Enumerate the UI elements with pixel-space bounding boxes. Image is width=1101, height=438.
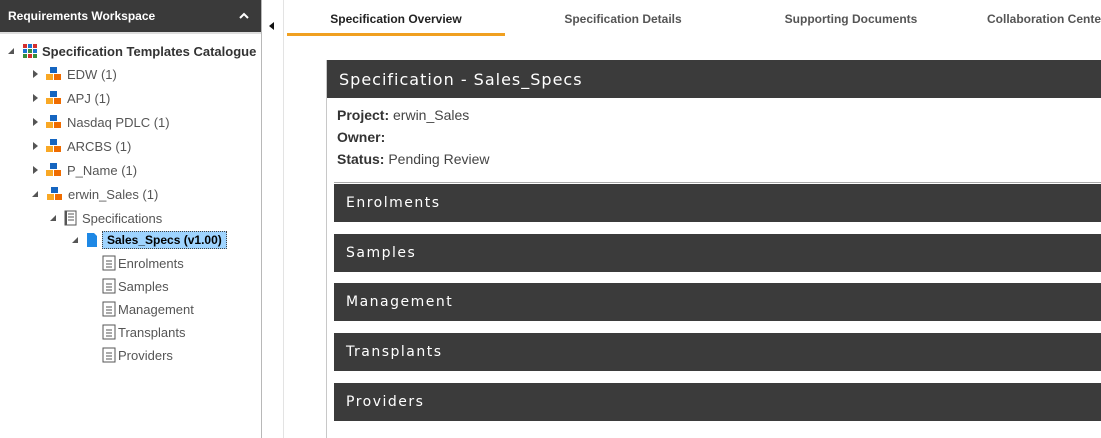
- tree-project[interactable]: EDW (1): [30, 63, 117, 85]
- collapsed-arrow-icon[interactable]: [33, 118, 38, 126]
- panel-title: Requirements Workspace: [8, 9, 156, 23]
- collapsed-arrow-icon[interactable]: [33, 70, 38, 78]
- tree-project-label: EDW (1): [67, 66, 117, 82]
- tree-spec-label: Sales_Specs (v1.00): [102, 231, 227, 249]
- tree-project[interactable]: P_Name (1): [30, 159, 137, 181]
- tree-project-label: ARCBS (1): [67, 138, 132, 154]
- tab-label: Specification Details: [564, 12, 682, 26]
- tree-root[interactable]: Specification Templates Catalogue: [6, 40, 256, 62]
- tree-section-label: Samples: [118, 278, 169, 294]
- specification-title-bar: Specification - Sales_Specs: [327, 60, 1101, 98]
- collapsed-arrow-icon[interactable]: [33, 142, 38, 150]
- section-document-icon: [102, 347, 116, 363]
- project-icon: [46, 139, 61, 152]
- status-row: Status: Pending Review: [337, 148, 490, 170]
- expanded-arrow-icon[interactable]: [30, 189, 40, 199]
- section-title: Providers: [346, 394, 425, 410]
- section-title: Enrolments: [346, 195, 441, 211]
- tab-collaboration-center[interactable]: Collaboration Cente: [987, 0, 1101, 36]
- project-icon: [46, 91, 61, 104]
- collapsed-arrow-icon[interactable]: [33, 166, 38, 174]
- tab-bar: Specification Overview Specification Det…: [287, 0, 1101, 36]
- section-samples[interactable]: Samples: [334, 234, 1101, 272]
- project-label: Project:: [337, 107, 390, 123]
- collapsed-arrow-icon[interactable]: [33, 94, 38, 102]
- section-title: Transplants: [346, 344, 443, 360]
- tree-root-label: Specification Templates Catalogue: [42, 43, 257, 59]
- divider: [334, 182, 1101, 183]
- project-value: erwin_Sales: [393, 107, 470, 123]
- status-value: Pending Review: [388, 151, 490, 167]
- tree-project-label: Nasdaq PDLC (1): [67, 114, 170, 130]
- specification-overview-panel: Specification - Sales_Specs Project: erw…: [326, 60, 1101, 438]
- owner-row: Owner:: [337, 126, 490, 148]
- tree-section[interactable]: Samples: [102, 275, 169, 297]
- tree-project-label: APJ (1): [67, 90, 111, 106]
- tab-specification-details[interactable]: Specification Details: [505, 0, 741, 36]
- tab-label: Specification Overview: [330, 12, 462, 26]
- tree-project-label: erwin_Sales (1): [68, 186, 159, 202]
- tree-section-label: Transplants: [118, 324, 186, 340]
- section-management[interactable]: Management: [334, 283, 1101, 321]
- section-enrolments[interactable]: Enrolments: [334, 184, 1101, 222]
- specifications-folder-icon: [64, 210, 77, 226]
- expanded-arrow-icon[interactable]: [48, 213, 58, 223]
- tree-section[interactable]: Enrolments: [102, 252, 184, 274]
- tree-section[interactable]: Management: [102, 298, 194, 320]
- section-document-icon: [102, 324, 116, 340]
- tab-label: Collaboration Cente: [987, 12, 1101, 26]
- tree-section-label: Management: [118, 301, 194, 317]
- section-document-icon: [102, 301, 116, 317]
- catalogue-grid-icon: [23, 44, 37, 58]
- tab-supporting-documents[interactable]: Supporting Documents: [741, 0, 961, 36]
- specification-title: Specification - Sales_Specs: [339, 69, 583, 89]
- status-label: Status:: [337, 151, 385, 167]
- tree-spec-selected[interactable]: Sales_Specs (v1.00): [70, 229, 227, 251]
- section-document-icon: [102, 255, 116, 271]
- tree-project[interactable]: APJ (1): [30, 87, 110, 109]
- section-document-icon: [102, 278, 116, 294]
- project-icon: [46, 67, 61, 80]
- section-transplants[interactable]: Transplants: [334, 333, 1101, 371]
- project-icon: [46, 115, 61, 128]
- tree-project[interactable]: ARCBS (1): [30, 135, 131, 157]
- section-title: Samples: [346, 245, 417, 261]
- project-icon: [46, 163, 61, 176]
- owner-label: Owner:: [337, 129, 386, 145]
- specification-document-icon: [87, 233, 97, 247]
- expanded-arrow-icon[interactable]: [70, 235, 80, 245]
- panel-header: Requirements Workspace: [0, 0, 261, 34]
- tree-section-label: Providers: [118, 347, 173, 363]
- tree-project[interactable]: Nasdaq PDLC (1): [30, 111, 170, 133]
- expanded-arrow-icon[interactable]: [6, 46, 16, 56]
- specification-meta: Project: erwin_Sales Owner: Status: Pend…: [337, 104, 490, 170]
- panel-splitter[interactable]: [262, 0, 284, 438]
- tree-section-label: Enrolments: [118, 255, 184, 271]
- tree-project-label: P_Name (1): [67, 162, 138, 178]
- section-title: Management: [346, 294, 454, 310]
- tab-specification-overview[interactable]: Specification Overview: [287, 0, 505, 36]
- project-icon: [47, 187, 62, 200]
- tab-label: Supporting Documents: [784, 12, 918, 26]
- tree-project-expanded[interactable]: erwin_Sales (1): [30, 183, 158, 205]
- tree-section[interactable]: Transplants: [102, 321, 185, 343]
- tree-section[interactable]: Providers: [102, 344, 173, 366]
- project-row: Project: erwin_Sales: [337, 104, 490, 126]
- collapse-sidebar-icon[interactable]: [269, 22, 274, 30]
- requirements-workspace-panel: Requirements Workspace Specification Tem…: [0, 0, 262, 438]
- tree-folder-label: Specifications: [82, 210, 163, 226]
- section-providers[interactable]: Providers: [334, 383, 1101, 421]
- collapse-panel-icon[interactable]: [237, 9, 251, 23]
- tree-folder[interactable]: Specifications: [48, 207, 162, 229]
